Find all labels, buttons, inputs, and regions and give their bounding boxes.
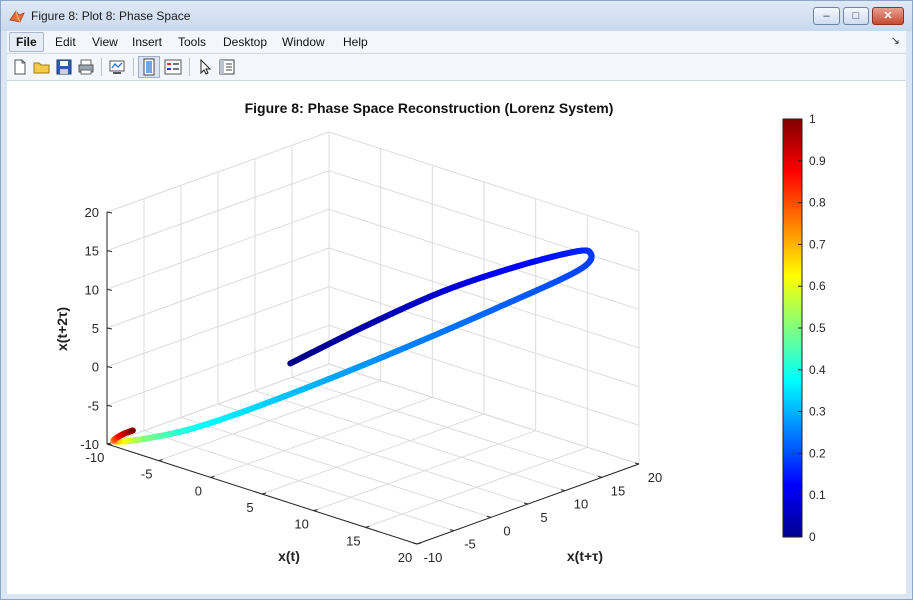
colorbar-tick-label: 0.3 [809, 405, 826, 419]
minimize-button[interactable]: – [813, 7, 840, 25]
colorbar-tick-label: 0.9 [809, 154, 826, 168]
figure-toolbar [7, 54, 906, 81]
z-tick-mark [106, 443, 113, 446]
z-tick-label: 5 [92, 321, 99, 336]
maximize-icon: □ [852, 10, 860, 22]
colorbar-tick-label: 0.6 [809, 279, 826, 293]
colorbar[interactable]: 0 0.1 0.2 0.3 0.4 0.5 0.6 0.7 0.8 0.9 1 [782, 112, 826, 544]
y-tick-label: 15 [611, 483, 625, 498]
x-tick-label: 10 [294, 517, 308, 532]
chart-title: Figure 8: Phase Space Reconstruction (Lo… [245, 100, 614, 116]
menu-tools[interactable]: Tools [173, 34, 211, 50]
z-tick-mark [106, 211, 113, 214]
property-inspector-icon[interactable] [217, 57, 237, 77]
y-tick-mark [634, 462, 640, 465]
y-tick-mark [560, 489, 566, 492]
z-tick-label: -10 [80, 437, 99, 452]
toolbar-separator [189, 58, 190, 76]
menu-insert[interactable]: Insert [127, 34, 167, 50]
y-tick-label: 10 [574, 497, 588, 512]
y-tick-mark [449, 529, 455, 532]
x-tick-label: 0 [195, 483, 202, 498]
y-tick-mark [486, 515, 492, 518]
colorbar-tick-label: 0.5 [809, 321, 826, 335]
close-icon: ✕ [883, 10, 893, 22]
z-tick-mark [106, 288, 113, 291]
title-bar[interactable]: Figure 8: Plot 8: Phase Space – □ ✕ [1, 1, 912, 31]
new-figure-icon[interactable] [10, 57, 30, 77]
z-tick-mark [106, 250, 113, 253]
close-button[interactable]: ✕ [872, 7, 904, 25]
menu-file[interactable]: File [9, 32, 44, 52]
menu-overflow-icon[interactable]: ↘ [891, 34, 900, 47]
z-tick-labels: -10 -5 0 5 10 15 20 [80, 205, 99, 452]
colorbar-tick-label: 0.8 [809, 196, 826, 210]
save-icon[interactable] [54, 57, 74, 77]
menu-help[interactable]: Help [338, 34, 373, 50]
colorbar-tick-label: 0.7 [809, 237, 826, 251]
toolbar-separator [133, 58, 134, 76]
x-tick-mark [313, 509, 318, 512]
colorbar-tick-label: 0.1 [809, 488, 826, 502]
y-tick-mark [523, 502, 529, 505]
trajectory [110, 247, 595, 445]
x-tick-mark [210, 475, 215, 478]
menu-desktop[interactable]: Desktop [218, 34, 272, 50]
z-tick-mark [106, 366, 113, 369]
colorbar-tick-label: 1 [809, 112, 816, 126]
y-tick-mark [597, 475, 603, 478]
colorbar-tick-label: 0.4 [809, 363, 826, 377]
y-tick-label: 20 [648, 470, 662, 485]
x-axis-label: x(t) [278, 548, 300, 564]
y-tick-label: -10 [424, 550, 443, 565]
y-tick-mark [412, 542, 418, 545]
x-tick-mark [158, 459, 163, 462]
y-tick-label: -5 [464, 537, 476, 552]
toolbar-separator [101, 58, 102, 76]
figure-window: Figure 8: Plot 8: Phase Space – □ ✕ File… [0, 0, 913, 600]
colorbar-toggle-icon[interactable] [138, 56, 160, 78]
z-axis-label: x(t+2τ) [54, 307, 70, 351]
x-tick-mark [261, 492, 267, 495]
z-tick-label: 20 [85, 205, 99, 220]
x-tick-mark [365, 525, 370, 528]
x-tick-label: 15 [346, 533, 360, 548]
colorbar-tick-label: 0 [809, 530, 816, 544]
print-icon[interactable] [76, 57, 96, 77]
y-axis-label: x(t+τ) [567, 548, 603, 564]
y-tick-labels: -10 -5 0 5 10 15 20 [424, 470, 663, 565]
maximize-button[interactable]: □ [843, 7, 869, 25]
x-tick-label: -10 [86, 450, 105, 465]
menu-window[interactable]: Window [277, 34, 330, 50]
x-tick-labels: -10 -5 0 5 10 15 20 [86, 450, 413, 565]
figure-canvas[interactable]: Figure 8: Phase Space Reconstruction (Lo… [7, 81, 906, 594]
window-title: Figure 8: Plot 8: Phase Space [31, 9, 191, 23]
edit-plot-arrow-icon[interactable] [195, 57, 215, 77]
menu-edit[interactable]: Edit [50, 34, 81, 50]
open-file-icon[interactable] [32, 57, 52, 77]
z-tick-label: -5 [87, 398, 99, 413]
y-tick-label: 5 [540, 510, 547, 525]
menu-bar: File Edit View Insert Tools Desktop Wind… [7, 31, 906, 54]
colorbar-tick-label: 0.2 [809, 446, 826, 460]
x-tick-label: -5 [141, 467, 153, 482]
x-tick-mark [416, 542, 422, 545]
z-tick-label: 15 [85, 244, 99, 259]
menu-view[interactable]: View [87, 34, 123, 50]
grid-lines [106, 131, 640, 545]
matlab-app-icon [9, 10, 25, 23]
y-tick-label: 0 [503, 523, 510, 538]
z-tick-label: 10 [85, 282, 99, 297]
phase-space-plot[interactable]: Figure 8: Phase Space Reconstruction (Lo… [7, 81, 906, 594]
z-tick-mark [106, 327, 113, 330]
minimize-icon: – [823, 10, 830, 22]
x-tick-label: 20 [398, 550, 412, 565]
legend-toggle-icon[interactable] [163, 57, 183, 77]
z-tick-mark [106, 404, 113, 407]
z-tick-label: 0 [92, 360, 99, 375]
x-tick-label: 5 [246, 500, 253, 515]
link-plot-icon[interactable] [107, 57, 127, 77]
